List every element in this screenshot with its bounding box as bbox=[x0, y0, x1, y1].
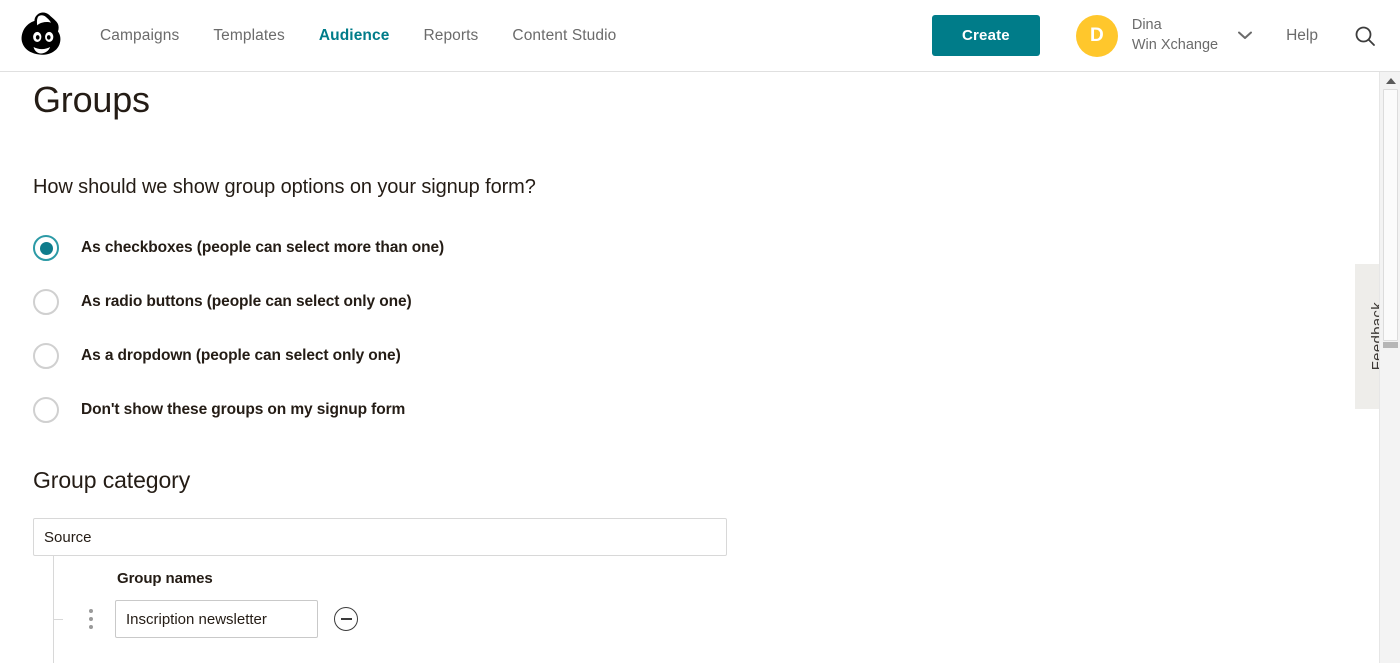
group-name-row bbox=[53, 587, 1379, 651]
group-names-label: Group names bbox=[117, 570, 213, 587]
group-names-tree: Group names Téléchargement ebook bbox=[53, 556, 1379, 663]
nav-item-reports[interactable]: Reports bbox=[406, 27, 495, 45]
help-link[interactable]: Help bbox=[1286, 27, 1318, 45]
scrollbar-thumb[interactable] bbox=[1383, 89, 1398, 341]
search-icon[interactable] bbox=[1352, 23, 1378, 49]
top-bar-actions: Create D Dina Win Xchange Help bbox=[931, 14, 1400, 57]
scroll-up-arrow-icon[interactable] bbox=[1380, 72, 1400, 89]
account-org-name: Win Xchange bbox=[1131, 36, 1219, 53]
nav-item-audience[interactable]: Audience bbox=[302, 27, 407, 45]
radio-indicator[interactable] bbox=[33, 289, 59, 315]
tree-branch-tick bbox=[53, 619, 63, 620]
nav-item-campaigns[interactable]: Campaigns bbox=[83, 27, 196, 45]
radio-label-checkboxes: As checkboxes (people can select more th… bbox=[81, 239, 445, 256]
display-options-question: How should we show group options on your… bbox=[33, 176, 536, 198]
vertical-scrollbar[interactable] bbox=[1379, 72, 1400, 663]
group-name-row: Téléchargement ebook bbox=[53, 651, 1379, 663]
page-content-area: Groups How should we show group options … bbox=[0, 72, 1379, 663]
radio-option-dropdown[interactable]: As a dropdown (people can select only on… bbox=[33, 329, 1379, 383]
radio-option-checkboxes[interactable]: As checkboxes (people can select more th… bbox=[33, 221, 1379, 275]
radio-label-radio-buttons: As radio buttons (people can select only… bbox=[81, 293, 412, 310]
radio-option-hide-groups[interactable]: Don't show these groups on my signup for… bbox=[33, 383, 1379, 437]
remove-group-button-1[interactable] bbox=[334, 607, 358, 631]
account-menu[interactable]: Dina Win Xchange bbox=[1132, 16, 1218, 55]
group-category-input[interactable] bbox=[33, 518, 727, 556]
group-name-input-1[interactable] bbox=[115, 600, 318, 638]
radio-indicator-selected[interactable] bbox=[33, 235, 59, 261]
radio-label-hide-groups: Don't show these groups on my signup for… bbox=[81, 401, 406, 418]
radio-label-dropdown: As a dropdown (people can select only on… bbox=[81, 347, 401, 364]
page-title: Groups bbox=[33, 79, 150, 120]
scrollbar-thumb-grip[interactable] bbox=[1383, 342, 1398, 348]
groups-settings-form: Groups How should we show group options … bbox=[0, 72, 1379, 663]
nav-item-templates[interactable]: Templates bbox=[196, 27, 302, 45]
radio-option-radio-buttons[interactable]: As radio buttons (people can select only… bbox=[33, 275, 1379, 329]
top-navigation-bar: Campaigns Templates Audience Reports Con… bbox=[0, 0, 1400, 72]
avatar[interactable]: D bbox=[1075, 14, 1118, 57]
nav-item-content-studio[interactable]: Content Studio bbox=[495, 27, 633, 45]
radio-indicator[interactable] bbox=[33, 343, 59, 369]
display-options-radio-group: As checkboxes (people can select more th… bbox=[33, 221, 1379, 437]
create-button[interactable]: Create bbox=[931, 15, 1040, 56]
group-category-heading: Group category bbox=[33, 467, 191, 493]
account-user-name: Dina bbox=[1131, 17, 1162, 34]
primary-nav: Campaigns Templates Audience Reports Con… bbox=[83, 27, 633, 45]
drag-handle-icon[interactable] bbox=[81, 609, 101, 629]
mailchimp-freddie-logo[interactable] bbox=[17, 11, 63, 61]
chevron-down-icon[interactable] bbox=[1238, 28, 1253, 43]
radio-indicator[interactable] bbox=[33, 397, 59, 423]
